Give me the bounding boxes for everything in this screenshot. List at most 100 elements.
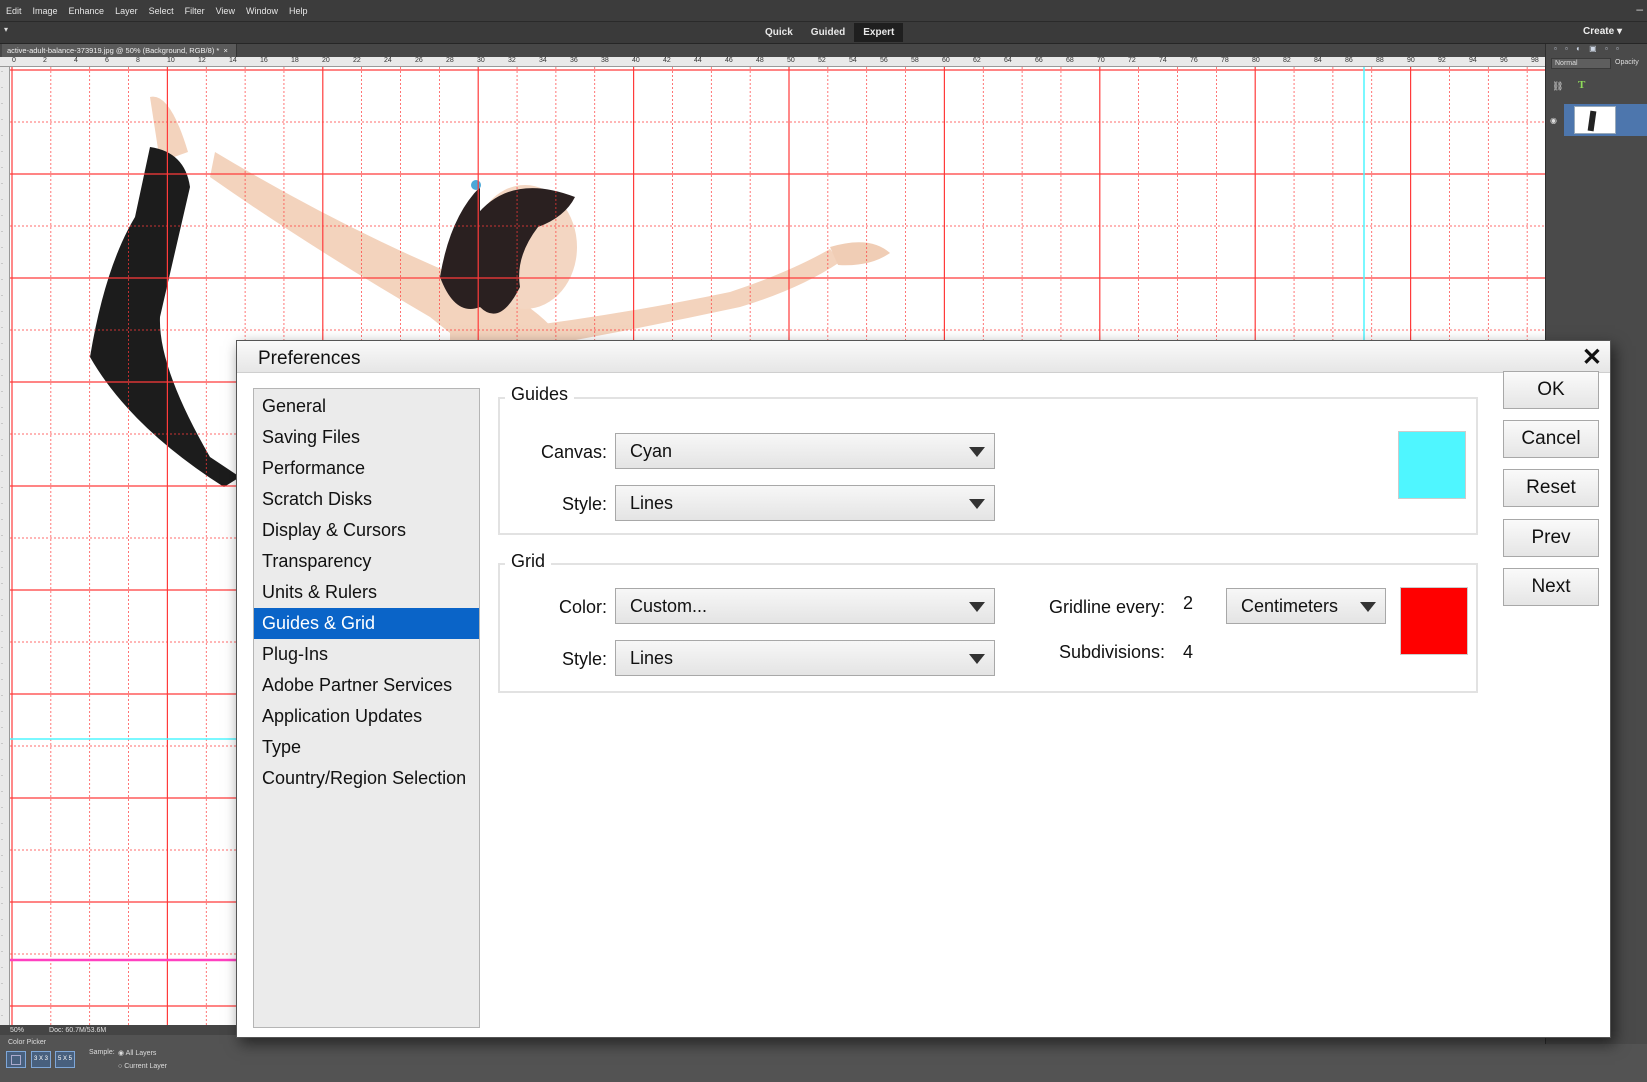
chevron-down-icon — [969, 654, 985, 664]
next-button[interactable]: Next — [1503, 568, 1599, 606]
create-menu[interactable]: Create ▾ — [1583, 26, 1622, 37]
ruler-label: 34 — [539, 57, 547, 64]
vertical-ruler[interactable]: · · · · · · · · · · · · · · · · · · · · · · · · · · · · · · · · · · · · · · · ·… — [0, 67, 10, 1025]
link-icon[interactable]: ⛓ — [1552, 81, 1563, 92]
chevron-down-icon — [969, 499, 985, 509]
ruler-tick: · — [1, 245, 3, 251]
menu-edit[interactable]: Edit — [6, 6, 22, 16]
grid-color-label: Color: — [558, 597, 607, 617]
ruler-tick: · — [1, 277, 3, 283]
text-layer-icon[interactable]: T — [1578, 79, 1585, 91]
horizontal-ruler[interactable]: 0 2 4 6 8 10 12 14 16 18 20 22 24 26 28 30 32 34 36 38 40 42 4… — [0, 57, 1545, 67]
mode-quick[interactable]: Quick — [756, 23, 802, 42]
cancel-button[interactable]: Cancel — [1503, 420, 1599, 458]
ok-button[interactable]: OK — [1503, 371, 1599, 409]
category-guides-grid[interactable]: Guides & Grid — [254, 608, 479, 639]
menu-image[interactable]: Image — [33, 6, 58, 16]
sample-5x5-button[interactable]: 5 X 5 — [55, 1051, 75, 1068]
minimize-icon[interactable]: – — [1636, 2, 1643, 16]
radio-current-layer-label: Current Layer — [124, 1063, 167, 1070]
guides-style-dropdown[interactable]: Lines — [615, 485, 995, 521]
tool-options-bar: Color Picker 3 X 3 5 X 5 Sample: ◉ All L… — [0, 1035, 1545, 1082]
panel-toolbar[interactable]: ▫ ▫ ◐ ▣ ▫ ▫ — [1554, 44, 1622, 53]
ruler-label: 16 — [260, 57, 268, 64]
layer-background[interactable]: ◉ — [1546, 104, 1647, 136]
mode-expert[interactable]: Expert — [854, 23, 904, 42]
category-saving-files[interactable]: Saving Files — [254, 422, 479, 453]
grid-style-dropdown[interactable]: Lines — [615, 640, 995, 676]
menu-help[interactable]: Help — [289, 6, 308, 16]
category-general[interactable]: General — [254, 391, 479, 422]
gridline-every-input[interactable]: 2 — [1183, 593, 1193, 614]
reset-button[interactable]: Reset — [1503, 469, 1599, 507]
category-units-rulers[interactable]: Units & Rulers — [254, 577, 479, 608]
category-plug-ins[interactable]: Plug-Ins — [254, 639, 479, 670]
grid-color-dropdown[interactable]: Custom... — [615, 588, 995, 624]
menu-select[interactable]: Select — [149, 6, 174, 16]
category-application-updates[interactable]: Application Updates — [254, 701, 479, 732]
menu-enhance[interactable]: Enhance — [69, 6, 105, 16]
chevron-down-icon — [1360, 602, 1376, 612]
sample-3x3-button[interactable]: 3 X 3 — [31, 1051, 51, 1068]
grid-color-swatch[interactable] — [1400, 587, 1468, 655]
document-tab[interactable]: active-adult-balance-373919.jpg @ 50% (B… — [2, 44, 237, 57]
grid-style-label: Style: — [561, 649, 607, 669]
radio-current-layer[interactable]: ○ Current Layer — [118, 1063, 167, 1070]
ruler-tick: · — [1, 389, 3, 395]
ruler-tick: · — [1, 677, 3, 683]
category-display-cursors[interactable]: Display & Cursors — [254, 515, 479, 546]
ruler-tick: · — [1, 629, 3, 635]
ruler-tick: · — [1, 885, 3, 891]
category-adobe-partner-services[interactable]: Adobe Partner Services — [254, 670, 479, 701]
visibility-eye-icon[interactable]: ◉ — [1550, 116, 1557, 125]
ruler-label: 32 — [508, 57, 516, 64]
grid-unit-dropdown[interactable]: Centimeters — [1226, 588, 1386, 624]
prev-button[interactable]: Prev — [1503, 519, 1599, 557]
grid-color-value: Custom... — [630, 596, 708, 616]
zoom-level[interactable]: 50% — [10, 1027, 24, 1034]
ruler-tick: · — [1, 965, 3, 971]
guides-style-value: Lines — [630, 493, 674, 513]
blend-mode-select[interactable]: Normal — [1551, 58, 1611, 69]
category-country-region[interactable]: Country/Region Selection — [254, 763, 479, 794]
radio-all-layers[interactable]: ◉ All Layers — [118, 1049, 156, 1057]
ruler-tick: · — [1, 933, 3, 939]
ruler-tick: · — [1, 645, 3, 651]
subdivisions-input[interactable]: 4 — [1183, 642, 1193, 663]
menu-bar: Edit Image Enhance Layer Select Filter V… — [0, 0, 1647, 22]
close-tab-icon[interactable]: × — [224, 46, 228, 55]
category-transparency[interactable]: Transparency — [254, 546, 479, 577]
close-icon[interactable]: ✕ — [1582, 343, 1602, 372]
grid-style-value: Lines — [630, 648, 674, 668]
menu-window[interactable]: Window — [246, 6, 278, 16]
menu-view[interactable]: View — [216, 6, 235, 16]
ruler-label: 48 — [756, 57, 764, 64]
ruler-label: 70 — [1097, 57, 1105, 64]
ruler-label: 12 — [198, 57, 206, 64]
guides-legend: Guides — [505, 384, 575, 405]
ruler-tick: · — [1, 853, 3, 859]
ruler-tick: · — [1, 357, 3, 363]
point-sample-button[interactable] — [6, 1051, 26, 1068]
mode-guided[interactable]: Guided — [802, 23, 854, 42]
ruler-tick: · — [1, 917, 3, 923]
expand-icon[interactable]: ▾ — [4, 25, 8, 34]
ruler-tick: · — [1, 165, 3, 171]
ruler-tick: · — [1, 805, 3, 811]
category-performance[interactable]: Performance — [254, 453, 479, 484]
dialog-titlebar[interactable]: Preferences ✕ — [237, 341, 1610, 373]
menu-filter[interactable]: Filter — [185, 6, 205, 16]
category-type[interactable]: Type — [254, 732, 479, 763]
ruler-label: 6 — [105, 57, 109, 64]
mode-switcher: Quick Guided Expert — [756, 23, 904, 42]
menu-layer[interactable]: Layer — [115, 6, 138, 16]
ruler-label: 80 — [1252, 57, 1260, 64]
guides-canvas-dropdown[interactable]: Cyan — [615, 433, 995, 469]
ruler-tick: · — [1, 949, 3, 955]
ruler-tick: · — [1, 309, 3, 315]
ruler-label: 66 — [1035, 57, 1043, 64]
point-sample-icon — [11, 1055, 21, 1065]
guides-color-swatch[interactable] — [1398, 431, 1466, 499]
guides-canvas-value: Cyan — [630, 441, 673, 461]
category-scratch-disks[interactable]: Scratch Disks — [254, 484, 479, 515]
